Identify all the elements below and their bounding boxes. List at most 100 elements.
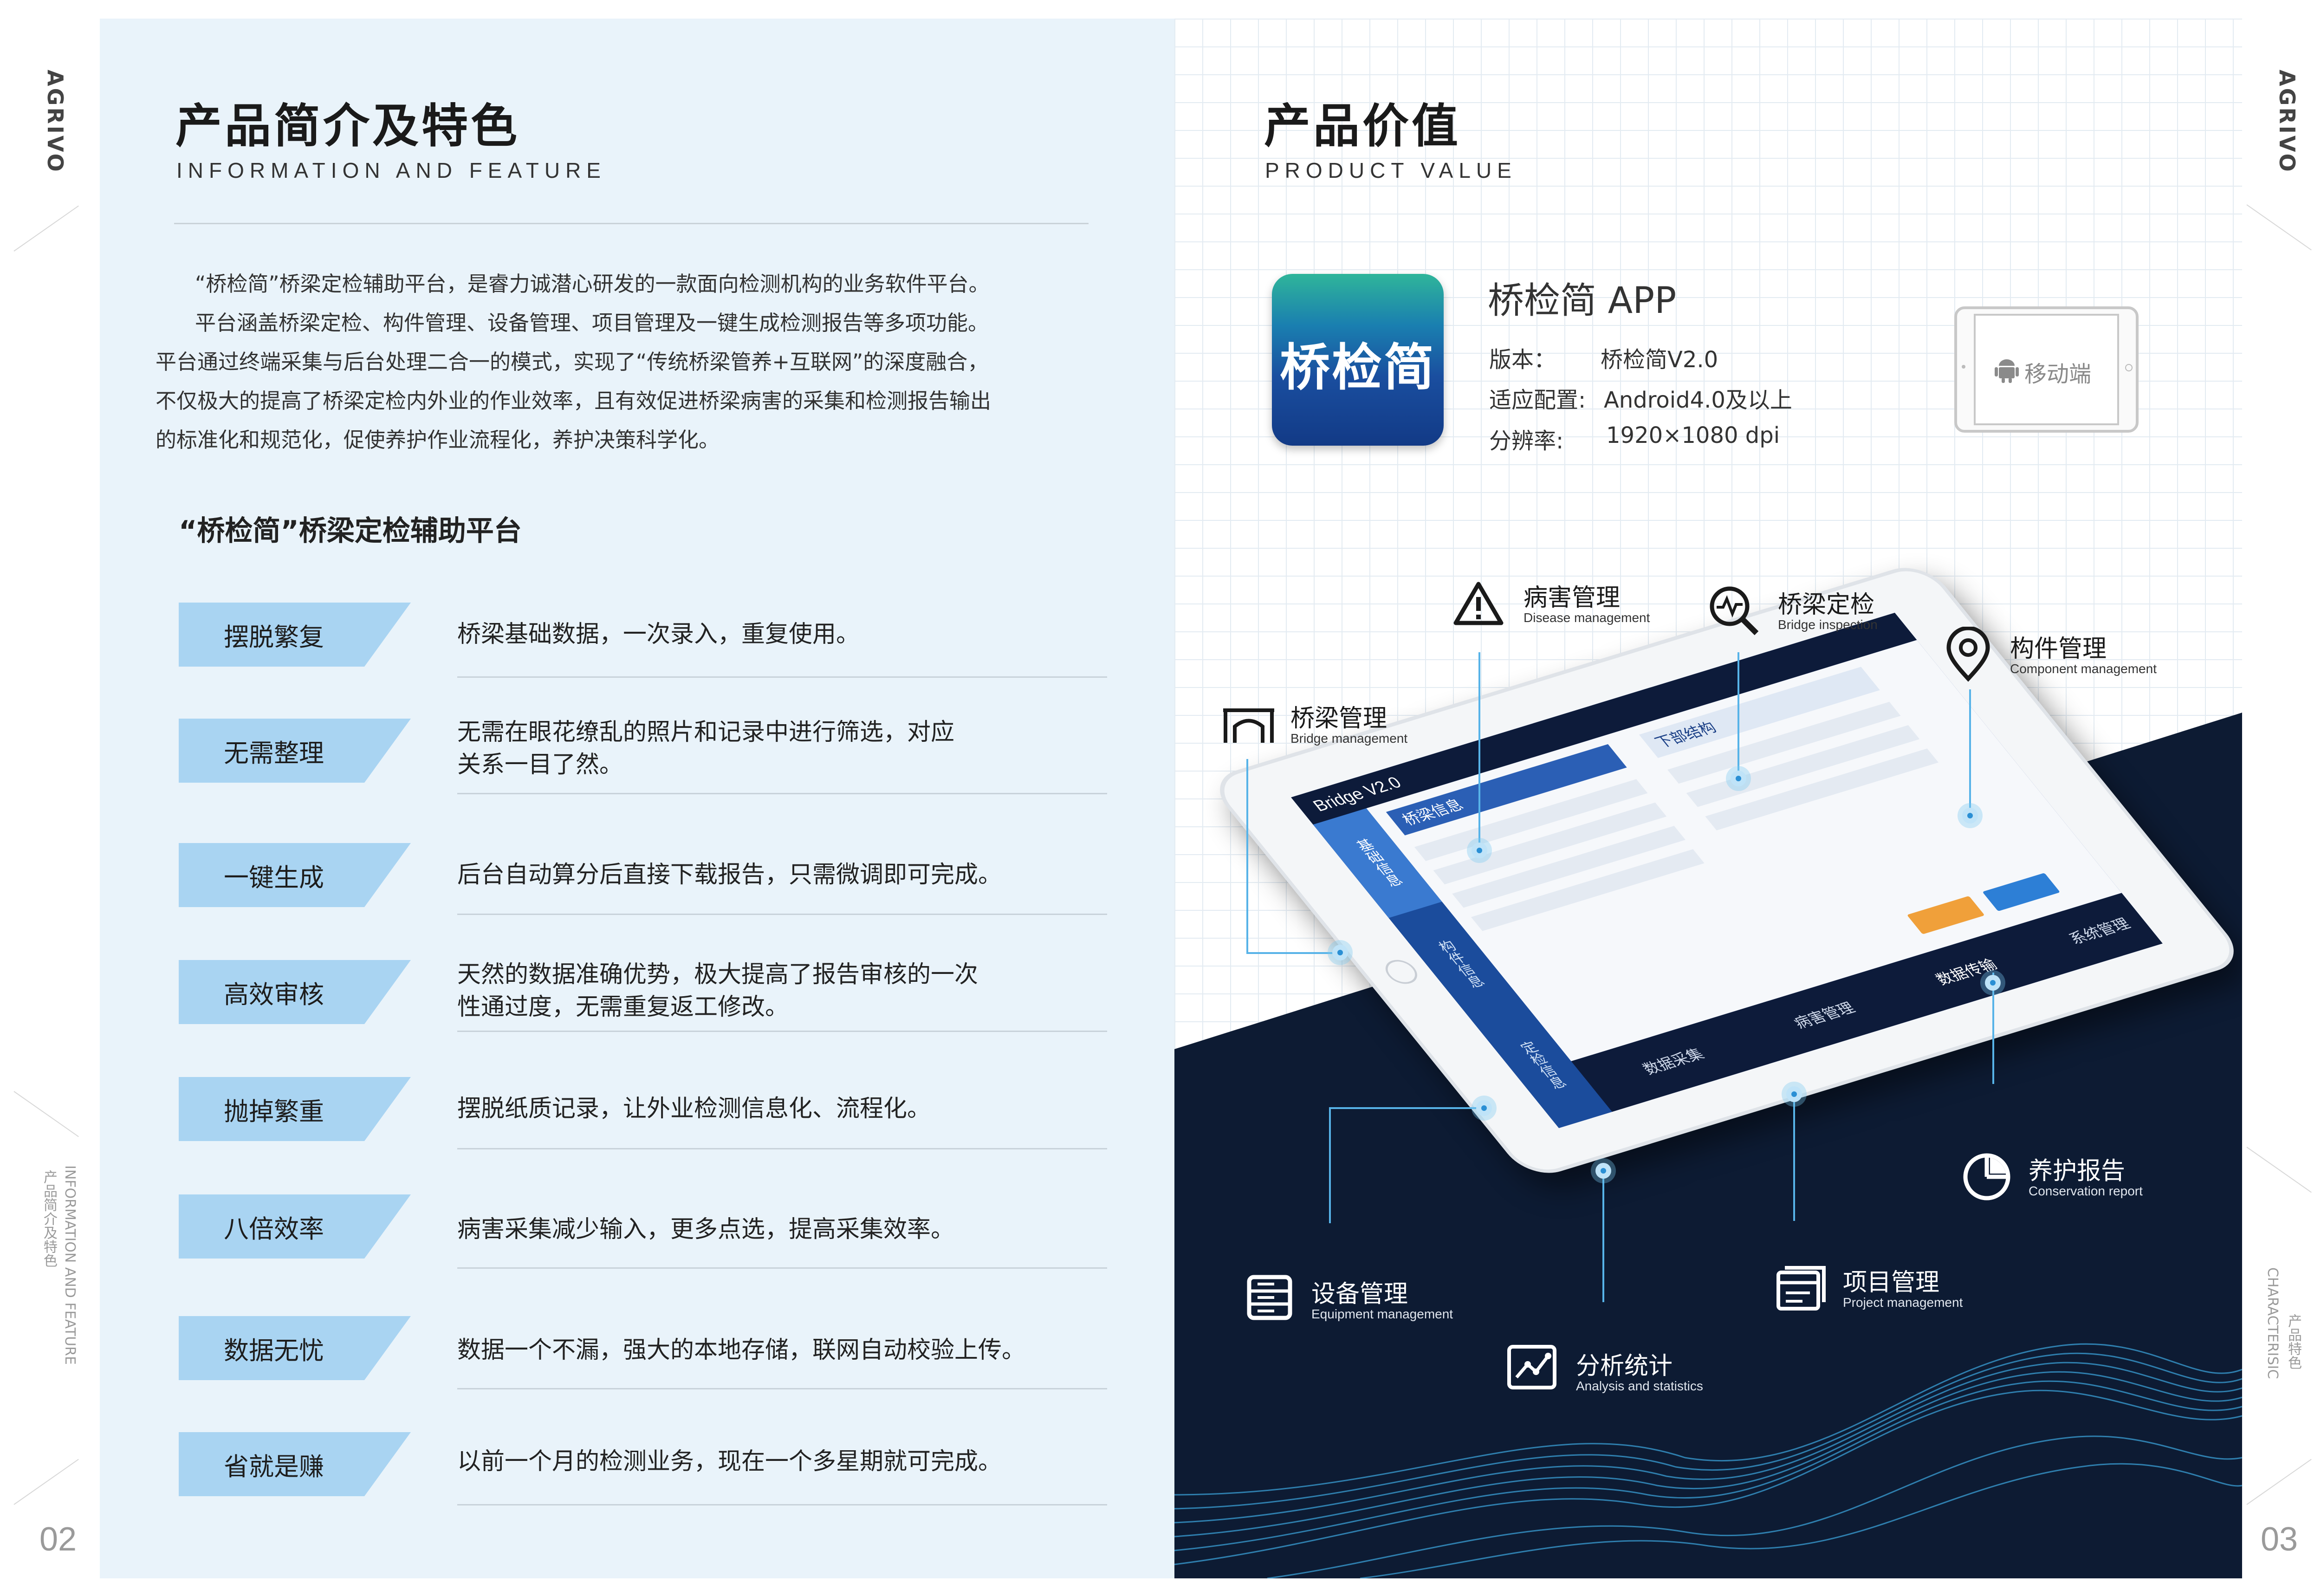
divider-line — [457, 1148, 1107, 1149]
feature-desc: 以前一个月的检测业务，现在一个多星期就可完成。 — [457, 1448, 1002, 1475]
spec-label: 适应配置: — [1489, 387, 1586, 413]
module-title: 分析统计 — [1576, 1352, 1673, 1380]
module-subtitle: Conservation report — [2029, 1184, 2143, 1198]
feature-desc: 摆脱纸质记录，让外业检测信息化、流程化。 — [457, 1095, 931, 1122]
module-subtitle: Equipment management — [1311, 1307, 1453, 1321]
intro-line: 平台涵盖桥梁定检、构件管理、设备管理、项目管理及一键生成检测报告等多项功能。 — [195, 311, 989, 335]
spec-value: 桥检简V2.0 — [1601, 347, 1718, 373]
module-title: 桥梁管理 — [1290, 705, 1387, 733]
right-margin — [2242, 0, 2321, 1596]
module-title: 项目管理 — [1843, 1269, 1940, 1297]
divider-line — [457, 1388, 1107, 1389]
feature-desc: 后台自动算分后直接下载报告，只需微调即可完成。 — [457, 861, 1002, 889]
android-icon — [1995, 359, 2019, 383]
connector-dot — [1731, 771, 1746, 786]
divider-line — [174, 223, 1089, 224]
divider-line — [457, 793, 1107, 794]
side-label-cn: 产品特色 — [2285, 1314, 2302, 1369]
connector-line — [1738, 652, 1739, 778]
intro-line: 不仅极大的提高了桥梁定检内外业的作业效率，且有效促进桥梁病害的采集和检测报告输出 — [156, 389, 992, 413]
intro-paragraph: “桥检简”桥梁定检辅助平台，是睿力诚潜心研发的一款面向检测机构的业务软件平台。 … — [156, 265, 1102, 460]
divider-line — [457, 1031, 1107, 1032]
module-subtitle: Bridge management — [1290, 731, 1408, 746]
analysis-icon — [1507, 1345, 1556, 1389]
divider-line — [457, 1267, 1107, 1269]
page-number: 02 — [39, 1521, 77, 1558]
module-title: 桥梁定检 — [1778, 591, 1875, 619]
connector-line — [1246, 759, 1248, 954]
connector-line — [1478, 652, 1480, 852]
connector-dot — [1786, 1086, 1802, 1102]
connector-line — [1329, 1107, 1331, 1223]
brand-logo-right: AGRIVO — [2275, 70, 2300, 174]
module-title: 养护报告 — [2029, 1157, 2126, 1185]
right-page: 产品价值 PRODUCT VALUE 桥检简 桥检简 APP 版本： 桥检简V2… — [1174, 19, 2242, 1578]
connector-dot — [1595, 1163, 1611, 1179]
intro-line: 的标准化和规范化，促使养护作业流程化，养护决策科学化。 — [156, 428, 720, 452]
page-title: 产品简介及特色 — [175, 99, 520, 153]
divider-line — [457, 1504, 1107, 1505]
module-subtitle: Analysis and statistics — [1576, 1379, 1703, 1393]
mobile-badge: 移动端 — [1954, 306, 2139, 433]
project-icon — [1776, 1266, 1826, 1311]
feature-label: 抛掉繁重 — [179, 1077, 411, 1141]
feature-label: 高效审核 — [179, 960, 411, 1024]
connector-line — [1793, 1093, 1795, 1221]
platform-title: “桥检简”桥梁定检辅助平台 — [179, 515, 522, 547]
tab-disease[interactable]: 病害管理 — [1788, 997, 1860, 1032]
app-name: 桥检简 APP — [1488, 280, 1677, 322]
page-subtitle: PRODUCT VALUE — [1265, 158, 1517, 182]
connector-dot — [1476, 1100, 1492, 1116]
spec-label: 版本： — [1489, 347, 1556, 373]
feature-desc: 病害采集减少输入，更多点选，提高采集效率。 — [457, 1216, 955, 1243]
spec-value: 1920×1080 dpi — [1606, 422, 1780, 448]
home-button — [2125, 364, 2133, 371]
equipment-icon — [1247, 1275, 1292, 1320]
spec-value: Android4.0及以上 — [1604, 387, 1792, 413]
connector-dot — [1962, 808, 1978, 824]
tab-data-collection[interactable]: 数据采集 — [1637, 1043, 1709, 1078]
feature-label: 一键生成 — [179, 843, 411, 907]
save-button[interactable] — [1982, 873, 2061, 912]
connector-dot — [1985, 975, 2001, 991]
feature-desc: 无需在眼花缭乱的照片和记录中进行筛选，对应 关系一目了然。 — [457, 719, 955, 779]
mobile-badge-label: 移动端 — [2024, 361, 2092, 387]
brand-logo-left: AGRIVO — [43, 70, 68, 174]
page-subtitle: INFORMATION AND FEATURE — [176, 158, 606, 182]
module-subtitle: Bridge inspection — [1778, 617, 1878, 632]
side-label-en: CHARACTERISIC — [2264, 1267, 2281, 1379]
module-subtitle: Disease management — [1524, 610, 1650, 625]
page-number: 03 — [2261, 1521, 2298, 1558]
camera-dot — [1962, 365, 1965, 369]
tab-system[interactable]: 系统管理 — [2063, 913, 2135, 948]
feature-label: 无需整理 — [179, 719, 411, 783]
module-title: 构件管理 — [2010, 635, 2107, 663]
left-page: 产品简介及特色 INFORMATION AND FEATURE “桥检简”桥梁定… — [100, 19, 1174, 1578]
connector-line — [1329, 1107, 1484, 1109]
cancel-button[interactable] — [1906, 895, 1985, 934]
connector-line — [1246, 952, 1344, 954]
connector-dot — [1472, 843, 1487, 858]
page-title: 产品价值 — [1264, 99, 1461, 153]
pie-chart-icon — [1963, 1153, 2010, 1200]
connector-line — [1969, 689, 1971, 815]
feature-label: 八倍效率 — [179, 1194, 411, 1259]
feature-label: 摆脱繁复 — [179, 603, 411, 667]
module-subtitle: Project management — [1843, 1295, 1963, 1310]
feature-desc: 数据一个不漏，强大的本地存储，联网自动校验上传。 — [457, 1336, 1026, 1364]
module-title: 设备管理 — [1311, 1280, 1408, 1308]
app-icon: 桥检简 — [1272, 274, 1444, 446]
app-icon-label: 桥检简 — [1279, 339, 1436, 397]
intro-line: 平台通过终端采集与后台处理二合一的模式，实现了“传统桥梁管养+互联网”的深度融合… — [156, 350, 989, 374]
bridge-icon — [1223, 708, 1274, 743]
location-pin-icon — [1946, 627, 1990, 682]
spec-label: 分辨率: — [1489, 428, 1564, 454]
warning-icon — [1453, 582, 1504, 625]
divider-line — [457, 914, 1107, 915]
connector-line — [1602, 1170, 1604, 1302]
module-title: 病害管理 — [1524, 584, 1621, 612]
side-label-en: INFORMATION AND FEATURE — [62, 1165, 78, 1365]
feature-desc: 桥梁基础数据，一次录入，重复使用。 — [457, 621, 860, 648]
inspection-icon — [1710, 586, 1759, 636]
feature-label: 省就是赚 — [179, 1432, 411, 1496]
